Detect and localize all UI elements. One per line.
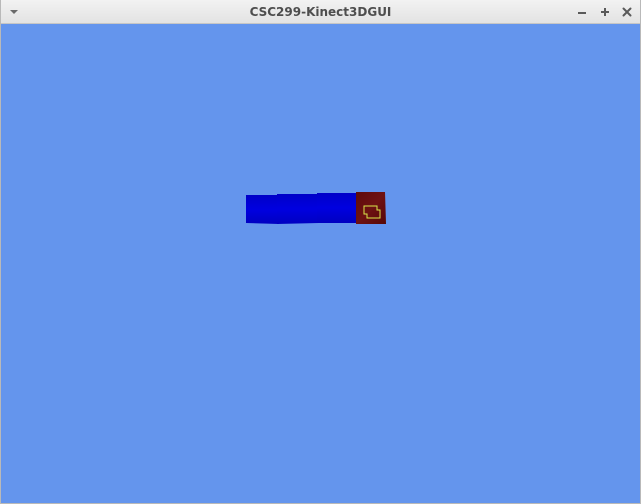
close-icon[interactable] (619, 4, 635, 20)
scene-canvas (246, 192, 386, 224)
selection-cube[interactable] (356, 192, 386, 224)
bar-segment-1 (246, 195, 279, 224)
minimize-icon[interactable] (574, 4, 590, 20)
bar-segment-3 (317, 193, 357, 223)
maximize-icon[interactable] (597, 4, 613, 20)
3d-viewport[interactable] (1, 24, 640, 503)
bar-segment-2 (277, 194, 319, 224)
title-bar[interactable]: CSC299-Kinect3DGUI (1, 0, 640, 24)
window-title: CSC299-Kinect3DGUI (249, 5, 392, 19)
app-window: CSC299-Kinect3DGUI (0, 0, 641, 504)
